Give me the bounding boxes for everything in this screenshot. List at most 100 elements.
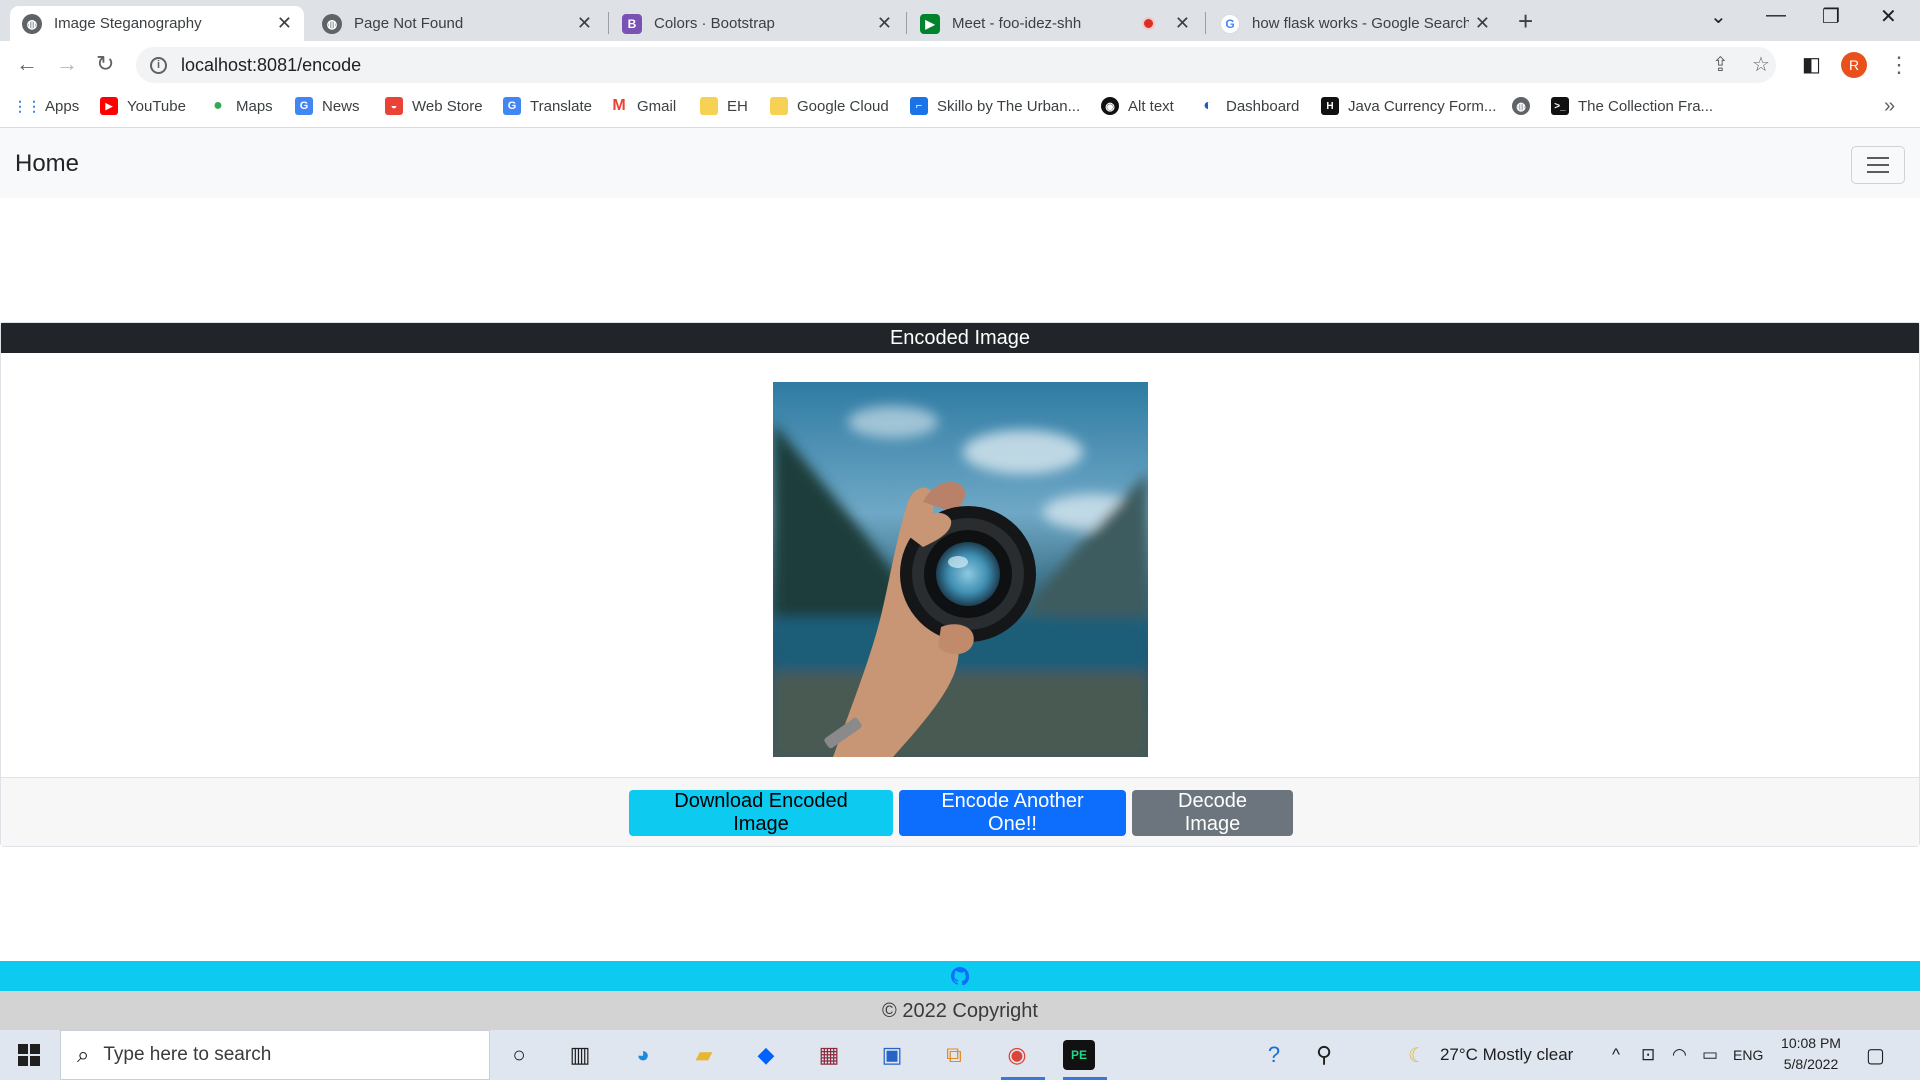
bookmark-label: Gmail bbox=[637, 97, 677, 115]
side-panel-icon[interactable]: ◧ bbox=[1802, 52, 1821, 77]
bookmark-folder-eh[interactable]: EH bbox=[700, 97, 748, 115]
share-icon[interactable]: ⇪ bbox=[1712, 52, 1729, 77]
usb-device-icon[interactable]: ⊡ bbox=[1641, 1030, 1655, 1080]
bookmark-youtube[interactable]: ▶ YouTube bbox=[100, 97, 186, 115]
cortana-icon[interactable]: ○ bbox=[503, 1040, 535, 1070]
weather-text: 27°C Mostly clear bbox=[1439, 1045, 1574, 1064]
bookmark-collection-framework[interactable]: >_ The Collection Fra... bbox=[1551, 97, 1713, 115]
windows-start-icon[interactable] bbox=[18, 1044, 40, 1066]
bookmarks-bar: ⋮⋮ Apps ▶ YouTube ● Maps G News ◒ Web St… bbox=[0, 91, 1920, 128]
tab-page-not-found[interactable]: ◍ Page Not Found ✕ bbox=[310, 6, 604, 41]
bookmark-skillo[interactable]: ⌐ Skillo by The Urban... bbox=[910, 97, 1080, 115]
edge-browser-icon[interactable]: ◕ bbox=[627, 1040, 659, 1070]
news-icon: G bbox=[295, 97, 313, 115]
bookmark-apps[interactable]: ⋮⋮ Apps bbox=[13, 97, 79, 115]
tab-title: Colors · Bootstrap bbox=[654, 15, 775, 32]
taskbar-search-box[interactable]: ⌕ Type here to search bbox=[60, 1030, 490, 1080]
google-meet-icon: ▶ bbox=[920, 13, 940, 34]
bookmark-label: EH bbox=[727, 97, 748, 115]
help-icon[interactable]: ? bbox=[1258, 1040, 1290, 1070]
address-bar[interactable]: i localhost:8081/encode bbox=[136, 47, 1776, 83]
bookmark-folder-google-cloud[interactable]: Google Cloud bbox=[770, 97, 889, 115]
more-bookmarks-icon[interactable]: » bbox=[1884, 95, 1895, 118]
site-info-icon[interactable]: i bbox=[150, 56, 167, 74]
bookmark-label: Alt text bbox=[1128, 97, 1174, 115]
tab-google-search[interactable]: G how flask works - Google Search ✕ bbox=[1208, 6, 1502, 41]
bookmark-star-icon[interactable]: ☆ bbox=[1752, 52, 1770, 77]
language-indicator[interactable]: ENG bbox=[1733, 1030, 1763, 1080]
navbar-brand-home[interactable]: Home bbox=[15, 150, 79, 178]
restore-icon[interactable]: ❐ bbox=[1822, 4, 1840, 29]
encode-another-button[interactable]: Encode Another One!! bbox=[899, 790, 1126, 836]
microsoft-store-icon[interactable]: ▣ bbox=[876, 1040, 908, 1070]
minimize-icon[interactable]: — bbox=[1766, 4, 1786, 27]
back-arrow-icon[interactable]: ← bbox=[16, 51, 38, 77]
winrar-icon[interactable]: ▦ bbox=[813, 1040, 845, 1070]
bookmark-web-store[interactable]: ◒ Web Store bbox=[385, 97, 483, 115]
navbar-toggler-button[interactable] bbox=[1851, 146, 1905, 184]
close-tab-icon[interactable]: ✕ bbox=[1475, 13, 1490, 34]
bookmark-globe[interactable]: ◍ bbox=[1512, 97, 1539, 115]
copy-app-icon[interactable]: ⧉ bbox=[938, 1040, 970, 1070]
forward-arrow-icon[interactable]: → bbox=[56, 51, 78, 77]
google-icon: G bbox=[1220, 13, 1240, 34]
weather-widget[interactable]: ☾ 27°C Mostly clear bbox=[1408, 1030, 1573, 1080]
dashboard-icon: ◐ bbox=[1203, 97, 1213, 114]
dropbox-icon[interactable]: ◆ bbox=[750, 1040, 782, 1070]
footer-social-bar bbox=[0, 961, 1920, 991]
hackerrank-icon: H bbox=[1321, 97, 1339, 115]
browser-menu-icon[interactable]: ⋮ bbox=[1888, 52, 1910, 78]
bookmark-maps[interactable]: ● Maps bbox=[209, 97, 273, 115]
bookmark-dashboard[interactable]: ◐ Dashboard bbox=[1199, 97, 1299, 115]
globe-icon: ◍ bbox=[322, 13, 342, 34]
pycharm-icon[interactable]: PE bbox=[1063, 1040, 1095, 1070]
bookmark-label: Translate bbox=[530, 97, 592, 115]
taskbar-clock[interactable]: 10:08 PM 5/8/2022 bbox=[1766, 1033, 1856, 1075]
clock-date: 5/8/2022 bbox=[1783, 1056, 1839, 1072]
bookmark-label: Web Store bbox=[412, 97, 483, 115]
tab-separator bbox=[1205, 12, 1206, 34]
web-store-icon: ◒ bbox=[385, 97, 403, 115]
url-text[interactable]: localhost:8081/encode bbox=[181, 55, 361, 76]
tab-image-steganography[interactable]: ◍ Image Steganography ✕ bbox=[10, 6, 304, 41]
bookmark-translate[interactable]: G Translate bbox=[503, 97, 592, 115]
task-view-icon[interactable]: ▥ bbox=[564, 1040, 596, 1070]
tab-separator bbox=[608, 12, 609, 34]
close-tab-icon[interactable]: ✕ bbox=[1175, 13, 1190, 34]
profile-avatar[interactable]: R bbox=[1841, 52, 1867, 78]
github-icon[interactable] bbox=[951, 967, 969, 985]
battery-icon[interactable]: ▭ bbox=[1702, 1030, 1718, 1080]
file-explorer-icon[interactable]: ▰ bbox=[688, 1040, 720, 1070]
download-encoded-image-button[interactable]: Download Encoded Image bbox=[629, 790, 893, 836]
bookmark-gmail[interactable]: M Gmail bbox=[610, 97, 676, 115]
encoded-image-card: Encoded Image Download Encoded Image Enc… bbox=[0, 322, 1920, 847]
tab-search-chevron-icon[interactable]: ⌄ bbox=[1710, 4, 1727, 29]
bookmark-label: The Collection Fra... bbox=[1578, 97, 1714, 115]
bookmark-alt-text[interactable]: ◉ Alt text bbox=[1101, 97, 1174, 115]
new-tab-icon[interactable]: + bbox=[1518, 6, 1533, 37]
wifi-icon[interactable]: ◠ bbox=[1672, 1030, 1687, 1080]
hamburger-line bbox=[1867, 157, 1889, 159]
people-icon[interactable]: ⚲ bbox=[1308, 1040, 1340, 1070]
hamburger-line bbox=[1867, 164, 1889, 166]
bookmark-news[interactable]: G News bbox=[295, 97, 360, 115]
copyright-text: © 2022 Copyright bbox=[0, 991, 1920, 1031]
close-tab-icon[interactable]: ✕ bbox=[277, 13, 292, 34]
show-hidden-icons-icon[interactable]: ^ bbox=[1612, 1030, 1620, 1080]
folder-icon bbox=[700, 97, 718, 115]
close-tab-icon[interactable]: ✕ bbox=[877, 13, 892, 34]
close-window-icon[interactable]: ✕ bbox=[1880, 4, 1897, 29]
reload-icon[interactable]: ↻ bbox=[96, 51, 114, 77]
tab-google-meet[interactable]: ▶ Meet - foo-idez-shh ✕ bbox=[908, 6, 1202, 41]
bookmark-java-currency[interactable]: H Java Currency Form... bbox=[1321, 97, 1496, 115]
chrome-icon[interactable]: ◉ bbox=[1001, 1040, 1033, 1070]
bootstrap-icon: B bbox=[622, 13, 642, 34]
encoded-image bbox=[773, 382, 1148, 757]
globe-icon: ◍ bbox=[22, 13, 42, 34]
close-tab-icon[interactable]: ✕ bbox=[577, 13, 592, 34]
notifications-icon[interactable]: ▢ bbox=[1866, 1030, 1885, 1080]
search-placeholder: Type here to search bbox=[103, 1044, 272, 1065]
decode-image-button[interactable]: Decode Image bbox=[1132, 790, 1293, 836]
github-icon: ◉ bbox=[1101, 97, 1119, 115]
tab-colors-bootstrap[interactable]: B Colors · Bootstrap ✕ bbox=[610, 6, 904, 41]
